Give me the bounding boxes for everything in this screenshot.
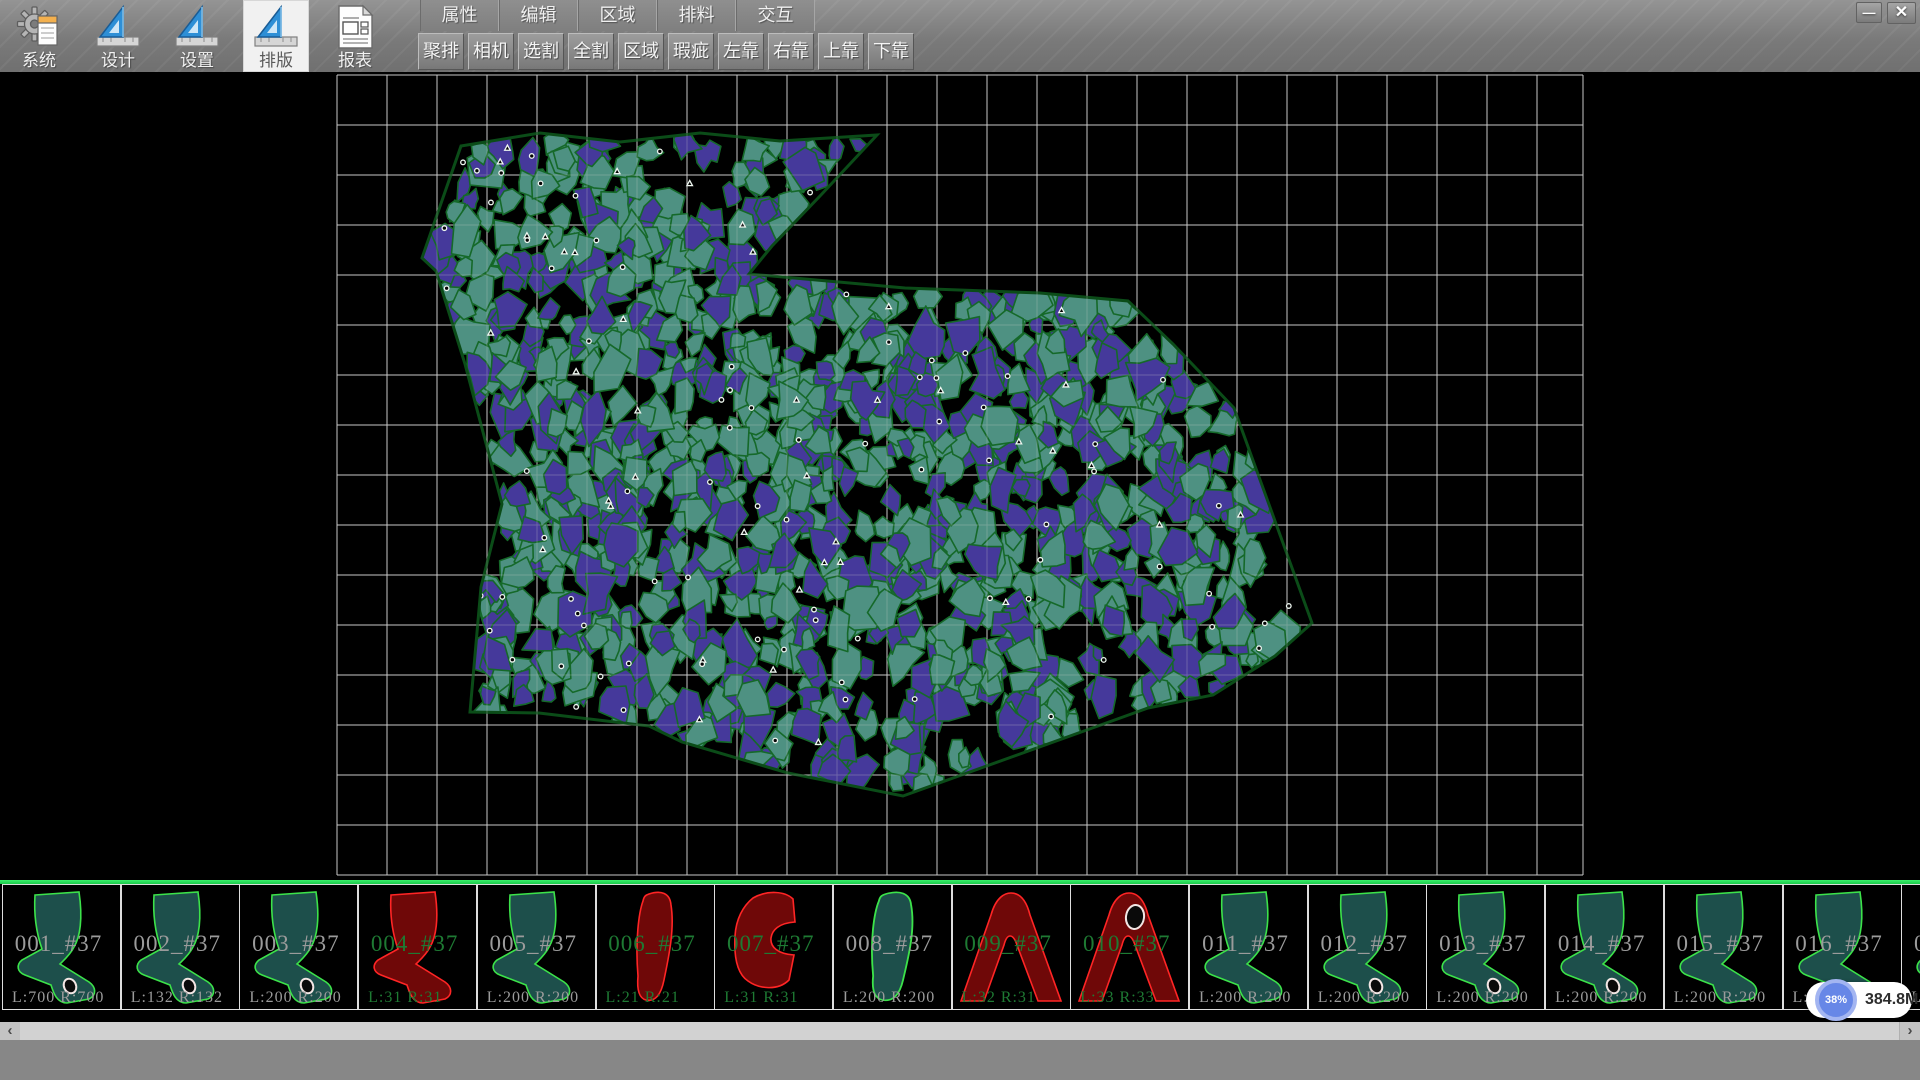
progress-circle: 38% (1815, 979, 1857, 1021)
action-button-align-top[interactable]: 上靠 (818, 33, 864, 70)
strip-gap (0, 1010, 1920, 1022)
piece-thumbnail[interactable]: 014_#37 L:200 R:200 (1545, 884, 1664, 1010)
piece-lr-count: L:33 R:33 (1080, 989, 1154, 1007)
action-button-camera[interactable]: 相机 (468, 33, 514, 70)
toolbar-button-nesting[interactable]: 排版 (243, 0, 309, 72)
menu-tab-bar: 属性编辑区域排料交互 (420, 0, 815, 31)
action-button-cut-all[interactable]: 全割 (568, 33, 614, 70)
report-doc-icon (332, 4, 378, 50)
piece-lr-count: L:700 R:700 (12, 989, 104, 1007)
piece-thumbnail[interactable]: 015_#37 L:200 R:200 (1664, 884, 1783, 1010)
window-footer (0, 1040, 1920, 1080)
minimize-button[interactable]: — (1856, 2, 1882, 23)
piece-thumbnail[interactable]: 004_#37 L:31 R:31 (358, 884, 477, 1010)
piece-id: 008_#37 (834, 931, 945, 957)
piece-lr-count: L:200 R:200 (487, 989, 579, 1007)
action-button-align-left[interactable]: 左靠 (718, 33, 764, 70)
piece-thumbnail[interactable]: 007_#37 L:31 R:31 (714, 884, 833, 1010)
piece-id: 015_#37 (1665, 931, 1776, 957)
piece-lr-count: L:32 R:31 (962, 989, 1036, 1007)
piece-lr-count: L:200 R:200 (1436, 989, 1528, 1007)
action-button-bar: 聚排相机选割全割区域瑕疵左靠右靠上靠下靠 (418, 33, 914, 70)
window-controls: — ✕ (1856, 2, 1916, 24)
piece-lr-count: L:21 R:21 (606, 989, 680, 1007)
action-button-defect[interactable]: 瑕疵 (668, 33, 714, 70)
piece-lr-count: L:132 R:132 (131, 989, 223, 1007)
toolbar-button-label: 报表 (338, 50, 372, 71)
toolbar-button-label: 系统 (22, 50, 56, 71)
memory-badge: 38% 384.8M (1806, 982, 1912, 1018)
scroll-right-arrow[interactable]: › (1899, 1022, 1920, 1040)
piece-id: 012_#37 (1309, 931, 1420, 957)
menu-tab-edit[interactable]: 编辑 (499, 0, 578, 31)
menu-tab-region[interactable]: 区域 (578, 0, 657, 31)
scroll-track[interactable] (20, 1022, 1900, 1040)
piece-lr-count: L:200 R:200 (843, 989, 935, 1007)
toolbar-button-label: 排版 (259, 50, 293, 71)
piece-id: 001_#37 (3, 931, 114, 957)
pieces-strip: 001_#37 L:700 R:700 002_#37 L:132 R:132 003_… (0, 884, 1920, 1010)
action-button-select-cut[interactable]: 选割 (518, 33, 564, 70)
piece-id: 005_#37 (478, 931, 589, 957)
piece-id: 017_#37 (1902, 931, 1920, 957)
piece-lr-count: L:200 R:200 (1674, 989, 1766, 1007)
action-button-region[interactable]: 区域 (618, 33, 664, 70)
menu-tab-interact[interactable]: 交互 (736, 0, 815, 31)
menu-tab-nest[interactable]: 排料 (657, 0, 736, 31)
action-button-align-bottom[interactable]: 下靠 (868, 33, 914, 70)
piece-id: 004_#37 (359, 931, 470, 957)
piece-id: 014_#37 (1546, 931, 1657, 957)
piece-id: 010_#37 (1071, 931, 1182, 957)
action-button-align-right[interactable]: 右靠 (768, 33, 814, 70)
piece-thumbnail[interactable]: 003_#37 L:200 R:200 (239, 884, 358, 1010)
piece-id: 011_#37 (1190, 931, 1301, 957)
piece-thumbnail[interactable]: 005_#37 L:200 R:200 (477, 884, 596, 1010)
menu-tab-properties[interactable]: 属性 (420, 0, 499, 31)
piece-id: 003_#37 (240, 931, 351, 957)
nesting-canvas[interactable] (0, 72, 1920, 880)
piece-thumbnail[interactable]: 002_#37 L:132 R:132 (121, 884, 240, 1010)
toolbar-button-label: 设置 (180, 50, 214, 71)
piece-lr-count: L:200 R:200 (249, 989, 341, 1007)
piece-id: 013_#37 (1427, 931, 1538, 957)
toolbar-button-report[interactable]: 报表 (322, 0, 388, 72)
memory-value: 384.8M (1865, 982, 1918, 1018)
application-window: 系统设计设置排版报表 属性编辑区域排料交互 聚排相机选割全割区域瑕疵左靠右靠上靠… (0, 0, 1920, 1080)
piece-thumbnail[interactable]: 013_#37 L:200 R:200 (1426, 884, 1545, 1010)
close-button[interactable]: ✕ (1887, 2, 1916, 24)
set-square-icon (95, 4, 141, 50)
action-button-cluster-nest[interactable]: 聚排 (418, 33, 464, 70)
piece-id: 002_#37 (122, 931, 233, 957)
piece-lr-count: L:200 R:200 (1318, 989, 1410, 1007)
main-toolbar: 系统 设计 设置 排版 报表 (6, 0, 388, 72)
toolbar: 系统设计设置排版报表 属性编辑区域排料交互 聚排相机选割全割区域瑕疵左靠右靠上靠… (0, 0, 1920, 74)
scroll-left-arrow[interactable]: ‹ (0, 1022, 21, 1040)
nested-pieces (422, 125, 1300, 798)
piece-lr-count: L:200 R:200 (1199, 989, 1291, 1007)
toolbar-button-settings[interactable]: 设置 (164, 0, 230, 72)
piece-thumbnail[interactable]: 011_#37 L:200 R:200 (1189, 884, 1308, 1010)
piece-thumbnail[interactable]: 012_#37 L:200 R:200 (1308, 884, 1427, 1010)
piece-id: 009_#37 (953, 931, 1064, 957)
horizontal-scrollbar[interactable]: ‹ › (0, 1022, 1920, 1040)
toolbar-button-label: 设计 (101, 50, 135, 71)
piece-lr-count: L:31 R:31 (368, 989, 442, 1007)
piece-thumbnail[interactable]: 006_#37 L:21 R:21 (596, 884, 715, 1010)
piece-lr-count: L:31 R:31 (724, 989, 798, 1007)
piece-thumbnail[interactable]: 010_#37 L:33 R:33 (1070, 884, 1189, 1010)
piece-id: 006_#37 (597, 931, 708, 957)
piece-thumbnail[interactable]: 009_#37 L:32 R:31 (952, 884, 1071, 1010)
piece-id: 007_#37 (715, 931, 826, 957)
piece-id: 016_#37 (1784, 931, 1895, 957)
piece-thumbnail[interactable]: 008_#37 L:200 R:200 (833, 884, 952, 1010)
toolbar-button-design[interactable]: 设计 (85, 0, 151, 72)
toolbar-button-system[interactable]: 系统 (6, 0, 72, 72)
set-square-icon (253, 4, 299, 50)
nesting-canvas-svg (0, 72, 1920, 880)
piece-thumbnail[interactable]: 001_#37 L:700 R:700 (2, 884, 121, 1010)
set-square-icon (174, 4, 220, 50)
piece-lr-count: L:200 R:200 (1555, 989, 1647, 1007)
gear-doc-icon (16, 4, 62, 50)
